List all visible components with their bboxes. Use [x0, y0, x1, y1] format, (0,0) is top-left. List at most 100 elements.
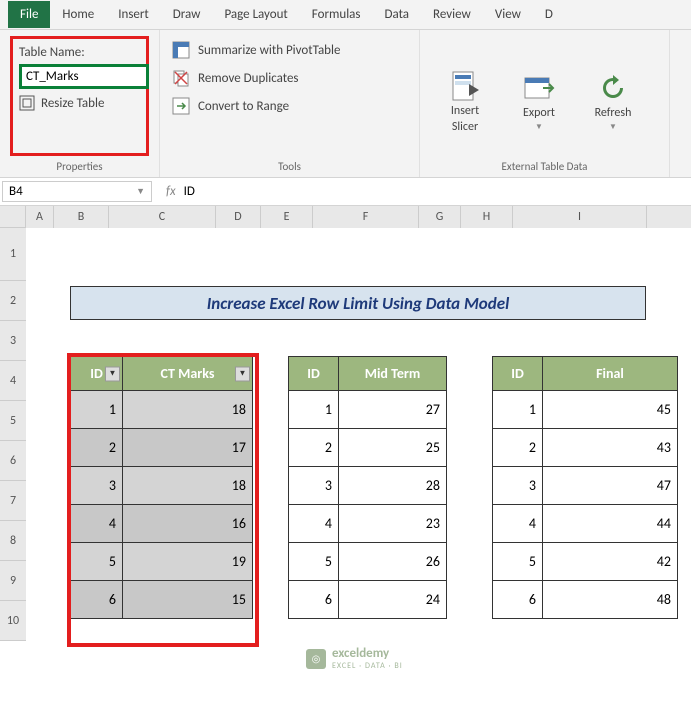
filter-icon[interactable]: ▼ [105, 366, 120, 381]
table-mid-term[interactable]: ID Mid Term 127225328423526624 [288, 356, 447, 619]
col-header-B[interactable]: B [54, 206, 109, 228]
cell[interactable]: 2 [71, 429, 123, 467]
cell[interactable]: 3 [493, 467, 543, 505]
table-row[interactable]: 127 [289, 391, 447, 429]
tab-view[interactable]: View [483, 1, 533, 28]
cell[interactable]: 3 [289, 467, 339, 505]
table-row[interactable]: 526 [289, 543, 447, 581]
col-header-C[interactable]: C [109, 206, 216, 228]
chevron-down-icon[interactable]: ▼ [136, 186, 145, 197]
cell[interactable]: 1 [289, 391, 339, 429]
cell[interactable]: 27 [339, 391, 447, 429]
select-all-corner[interactable] [0, 206, 26, 228]
col-header-F[interactable]: F [313, 206, 419, 228]
col-header-G[interactable]: G [419, 206, 461, 228]
col-header-I[interactable]: I [513, 206, 647, 228]
cell[interactable]: 18 [123, 391, 253, 429]
resize-table-button[interactable]: Resize Table [19, 95, 140, 111]
table-row[interactable]: 542 [493, 543, 678, 581]
cells-area[interactable]: Increase Excel Row Limit Using Data Mode… [26, 228, 691, 641]
cell[interactable]: 17 [123, 429, 253, 467]
table-row[interactable]: 423 [289, 505, 447, 543]
export-button[interactable]: Export ▼ [504, 44, 574, 160]
cell[interactable]: 3 [71, 467, 123, 505]
row-header-2[interactable]: 2 [0, 281, 26, 321]
tab-draw[interactable]: Draw [161, 1, 213, 28]
row-header-10[interactable]: 10 [0, 601, 26, 641]
tab-cut[interactable]: D [533, 1, 565, 28]
cell[interactable]: 6 [289, 581, 339, 619]
cell[interactable]: 48 [543, 581, 678, 619]
insert-slicer-button[interactable]: Insert Slicer [430, 44, 500, 160]
tab-data[interactable]: Data [373, 1, 422, 28]
tab-file[interactable]: File [8, 1, 50, 28]
cell[interactable]: 15 [123, 581, 253, 619]
cell[interactable]: 1 [71, 391, 123, 429]
cell[interactable]: 19 [123, 543, 253, 581]
row-header-8[interactable]: 8 [0, 521, 26, 561]
row-header-7[interactable]: 7 [0, 481, 26, 521]
name-box[interactable]: B4 ▼ [2, 181, 152, 202]
cell[interactable]: 24 [339, 581, 447, 619]
row-header-4[interactable]: 4 [0, 361, 26, 401]
cell[interactable]: 6 [71, 581, 123, 619]
cell[interactable]: 2 [289, 429, 339, 467]
row-header-6[interactable]: 6 [0, 441, 26, 481]
summarize-pivot-button[interactable]: Summarize with PivotTable [170, 36, 409, 64]
cell[interactable]: 26 [339, 543, 447, 581]
table-row[interactable]: 217 [71, 429, 253, 467]
tab-insert[interactable]: Insert [106, 1, 161, 28]
table-row[interactable]: 624 [289, 581, 447, 619]
row-header-1[interactable]: 1 [0, 228, 26, 281]
cell[interactable]: 16 [123, 505, 253, 543]
table-final[interactable]: ID Final 145243347444542648 [492, 356, 678, 619]
tab-formulas[interactable]: Formulas [300, 1, 373, 28]
row-header-9[interactable]: 9 [0, 561, 26, 601]
convert-range-button[interactable]: Convert to Range [170, 92, 409, 120]
filter-icon[interactable]: ▼ [235, 366, 250, 381]
cell[interactable]: 25 [339, 429, 447, 467]
table-row[interactable]: 444 [493, 505, 678, 543]
row-header-3[interactable]: 3 [0, 321, 26, 361]
cell[interactable]: 4 [71, 505, 123, 543]
cell[interactable]: 45 [543, 391, 678, 429]
col-header-H[interactable]: H [461, 206, 513, 228]
cell[interactable]: 5 [289, 543, 339, 581]
table-row[interactable]: 347 [493, 467, 678, 505]
col-header-A[interactable]: A [26, 206, 54, 228]
tab-review[interactable]: Review [421, 1, 483, 28]
cell[interactable]: 4 [493, 505, 543, 543]
cell[interactable]: 4 [289, 505, 339, 543]
col-header-D[interactable]: D [216, 206, 261, 228]
table-row[interactable]: 145 [493, 391, 678, 429]
table-ct-marks[interactable]: ID▼ CT Marks▼ 118217318416519615 [70, 356, 253, 619]
formula-value[interactable]: ID [184, 184, 195, 199]
cell[interactable]: 47 [543, 467, 678, 505]
table-name-input[interactable] [19, 64, 149, 89]
col-header-E[interactable]: E [261, 206, 313, 228]
table-row[interactable]: 615 [71, 581, 253, 619]
tab-home[interactable]: Home [50, 1, 106, 28]
cell[interactable]: 18 [123, 467, 253, 505]
row-header-5[interactable]: 5 [0, 401, 26, 441]
tab-page-layout[interactable]: Page Layout [212, 1, 299, 28]
table-row[interactable]: 118 [71, 391, 253, 429]
table-row[interactable]: 328 [289, 467, 447, 505]
table-row[interactable]: 416 [71, 505, 253, 543]
cell[interactable]: 23 [339, 505, 447, 543]
table-row[interactable]: 519 [71, 543, 253, 581]
table-row[interactable]: 225 [289, 429, 447, 467]
cell[interactable]: 44 [543, 505, 678, 543]
cell[interactable]: 6 [493, 581, 543, 619]
table-row[interactable]: 318 [71, 467, 253, 505]
cell[interactable]: 42 [543, 543, 678, 581]
cell[interactable]: 1 [493, 391, 543, 429]
cell[interactable]: 43 [543, 429, 678, 467]
table-row[interactable]: 243 [493, 429, 678, 467]
cell[interactable]: 2 [493, 429, 543, 467]
table-row[interactable]: 648 [493, 581, 678, 619]
remove-duplicates-button[interactable]: Remove Duplicates [170, 64, 409, 92]
refresh-button[interactable]: Refresh ▼ [578, 44, 648, 160]
cell[interactable]: 28 [339, 467, 447, 505]
cell[interactable]: 5 [71, 543, 123, 581]
